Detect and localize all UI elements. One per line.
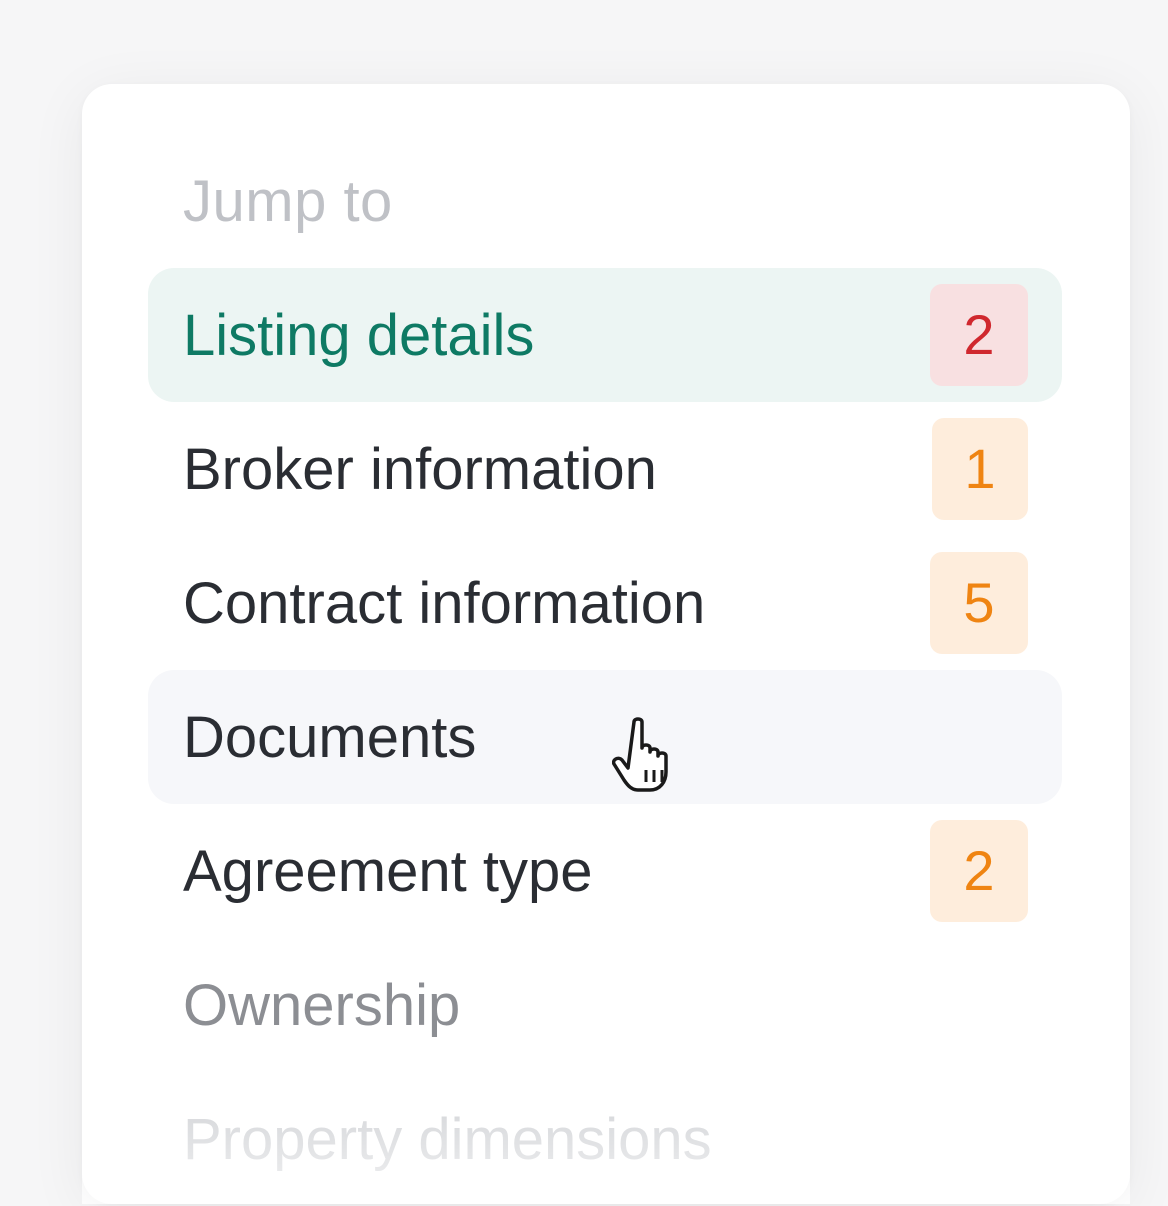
nav-item-documents[interactable]: Documents [148,670,1062,804]
error-count-badge: 2 [930,284,1028,386]
nav-item-broker-information[interactable]: Broker information 1 [148,402,1062,536]
jump-to-panel: Jump to Listing details 2 Broker informa… [82,84,1130,1204]
nav-item-ownership[interactable]: Ownership [148,938,1062,1072]
panel-heading: Jump to [183,169,393,234]
warning-count-badge: 5 [930,552,1028,654]
hand-pointer-icon [612,717,668,792]
nav-item-listing-details[interactable]: Listing details 2 [148,268,1062,402]
nav-item-label: Agreement type [183,839,593,904]
nav-item-label: Contract information [183,571,706,636]
nav-item-label: Listing details [183,303,535,368]
nav-item-label: Ownership [183,973,461,1038]
nav-item-label: Broker information [183,437,657,502]
nav-item-label: Property dimensions [183,1107,712,1172]
nav-item-label: Documents [183,705,477,770]
nav-item-contract-information[interactable]: Contract information 5 [148,536,1062,670]
warning-count-badge: 2 [930,820,1028,922]
nav-item-agreement-type[interactable]: Agreement type 2 [148,804,1062,938]
warning-count-badge: 1 [932,418,1028,520]
nav-item-property-dimensions[interactable]: Property dimensions [148,1072,1062,1206]
